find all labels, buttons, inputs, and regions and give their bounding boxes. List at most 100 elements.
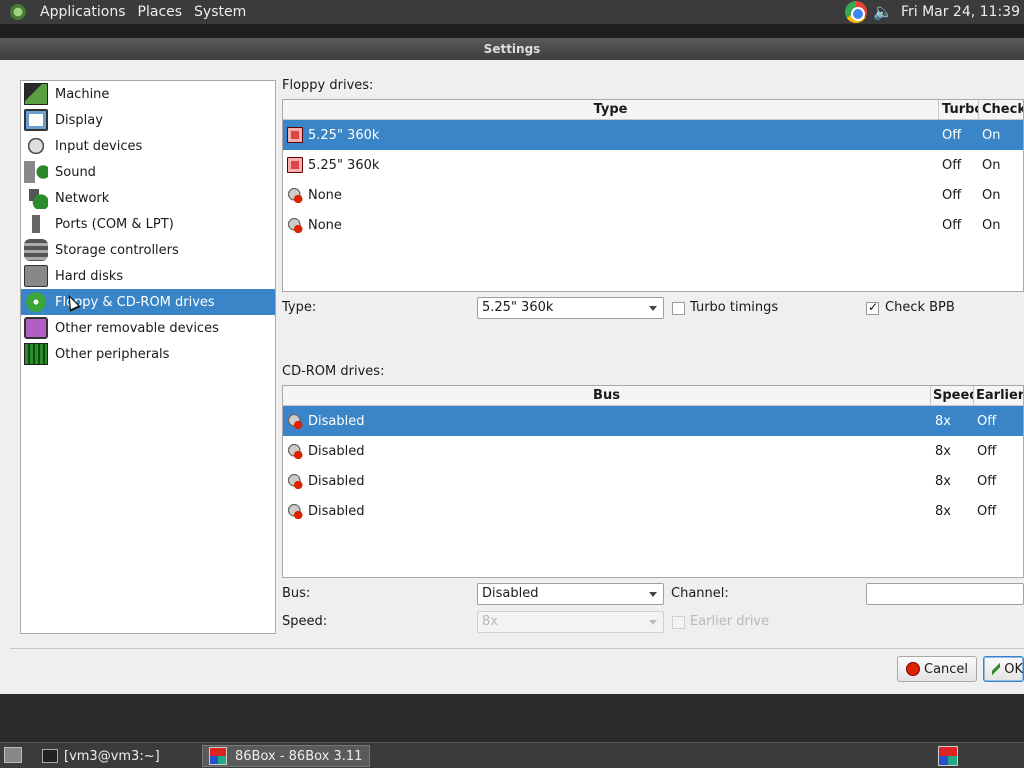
chrome-icon[interactable]: [844, 1, 867, 23]
sidebar-item-display[interactable]: Display: [21, 107, 275, 133]
column-type[interactable]: Type: [283, 100, 939, 120]
stop-icon: [906, 662, 920, 676]
sidebar-item-floppy-cdrom[interactable]: Floppy & CD-ROM drives: [21, 289, 275, 315]
table-row[interactable]: Disabled 8x Off: [283, 466, 1023, 496]
cdrom-earlier-cell: Off: [977, 473, 997, 489]
floppy-drive-icon: [287, 157, 303, 173]
check-bpb-label[interactable]: Check BPB: [885, 300, 955, 315]
menu-system[interactable]: System: [188, 4, 252, 20]
floppy-type-select[interactable]: 5.25" 360k: [477, 297, 664, 319]
cdrom-drive-icon: [287, 443, 303, 459]
cdrom-speed-cell: 8x: [935, 473, 951, 489]
clock[interactable]: Fri Mar 24, 11:39: [901, 4, 1024, 20]
floppy-table-header: Type Turbo Check: [283, 100, 1023, 120]
taskbar-item-86box[interactable]: 86Box - 86Box 3.11: [202, 745, 370, 767]
sidebar-item-label: Storage controllers: [55, 242, 179, 258]
turbo-timings-checkbox[interactable]: [672, 302, 685, 315]
floppy-turbo-cell: Off: [942, 217, 962, 233]
table-row[interactable]: Disabled 8x Off: [283, 496, 1023, 526]
settings-category-list: Machine Display Input devices Sound Netw…: [20, 80, 276, 634]
cdrom-channel-label: Channel:: [671, 586, 729, 601]
sidebar-item-other-removable[interactable]: Other removable devices: [21, 315, 275, 341]
floppy-type-value: 5.25" 360k: [482, 300, 554, 315]
cdrom-bus-cell: Disabled: [308, 473, 365, 489]
cdrom-earlier-cell: Off: [977, 413, 997, 429]
storage-icon: [24, 239, 48, 261]
floppy-section-label: Floppy drives:: [282, 78, 374, 93]
floppy-check-cell: On: [982, 157, 1001, 173]
terminal-icon: [42, 749, 58, 763]
floppy-drives-table: Type Turbo Check 5.25" 360k Off On 5.25"…: [282, 99, 1024, 292]
table-row[interactable]: None Off On: [283, 180, 1023, 210]
sidebar-item-label: Machine: [55, 86, 110, 102]
gnome-foot-icon[interactable]: [8, 2, 28, 22]
sidebar-item-label: Hard disks: [55, 268, 124, 284]
top-panel: Applications Places System 🔈 Fri Mar 24,…: [0, 0, 1024, 24]
sidebar-item-label: Input devices: [55, 138, 143, 154]
table-row[interactable]: None Off On: [283, 210, 1023, 240]
floppy-type-cell: 5.25" 360k: [308, 127, 380, 143]
table-row[interactable]: Disabled 8x Off: [283, 436, 1023, 466]
cdrom-speed-select[interactable]: 8x: [477, 611, 664, 633]
sidebar-item-other-peripherals[interactable]: Other peripherals: [21, 341, 275, 367]
cdrom-speed-cell: 8x: [935, 413, 951, 429]
taskbar-item-label: [vm3@vm3:~]: [64, 748, 160, 764]
taskbar-item-label: 86Box - 86Box 3.11: [235, 748, 363, 764]
earlier-drive-label[interactable]: Earlier drive: [690, 614, 769, 629]
floppy-type-cell: 5.25" 360k: [308, 157, 380, 173]
sidebar-item-hard-disks[interactable]: Hard disks: [21, 263, 275, 289]
cdrom-bus-value: Disabled: [482, 586, 539, 601]
window-title[interactable]: Settings: [0, 38, 1024, 60]
chevron-down-icon: [649, 620, 657, 625]
ports-icon: [24, 213, 48, 235]
floppy-check-cell: On: [982, 187, 1001, 203]
sidebar-item-storage-controllers[interactable]: Storage controllers: [21, 237, 275, 263]
column-bus[interactable]: Bus: [283, 386, 931, 406]
column-earlier[interactable]: Earlier d: [974, 386, 1023, 406]
taskbar-item-terminal[interactable]: [vm3@vm3:~]: [36, 745, 200, 767]
floppy-type-cell: None: [308, 217, 342, 233]
floppy-check-cell: On: [982, 127, 1001, 143]
sidebar-item-sound[interactable]: Sound: [21, 159, 275, 185]
sidebar-item-label: Other removable devices: [55, 320, 219, 336]
sidebar-item-network[interactable]: Network: [21, 185, 275, 211]
network-icon: [24, 187, 48, 209]
table-row[interactable]: Disabled 8x Off: [283, 406, 1023, 436]
cdrom-bus-cell: Disabled: [308, 413, 365, 429]
cancel-button-label: Cancel: [924, 661, 969, 677]
sidebar-item-machine[interactable]: Machine: [21, 81, 275, 107]
input-devices-icon: [24, 135, 48, 157]
turbo-timings-label[interactable]: Turbo timings: [690, 300, 778, 315]
column-speed[interactable]: Speed: [931, 386, 974, 406]
table-row[interactable]: 5.25" 360k Off On: [283, 150, 1023, 180]
volume-icon[interactable]: 🔈: [873, 2, 893, 22]
ok-button[interactable]: OK: [983, 656, 1024, 682]
check-bpb-checkbox[interactable]: [866, 300, 879, 315]
menu-applications[interactable]: Applications: [34, 4, 132, 20]
window-frame-top: [0, 24, 1024, 38]
floppy-drive-icon: [287, 127, 303, 143]
menu-places[interactable]: Places: [132, 4, 189, 20]
sidebar-item-label: Ports (COM & LPT): [55, 216, 174, 232]
cdrom-bus-select[interactable]: Disabled: [477, 583, 664, 605]
cdrom-drive-icon: [287, 413, 303, 429]
cancel-button[interactable]: Cancel: [897, 656, 977, 682]
bottom-taskbar: [vm3@vm3:~] 86Box - 86Box 3.11: [0, 742, 1024, 768]
sidebar-item-ports[interactable]: Ports (COM & LPT): [21, 211, 275, 237]
column-check[interactable]: Check: [979, 100, 1023, 120]
86box-tray-icon[interactable]: [938, 746, 958, 766]
cdrom-bus-cell: Disabled: [308, 443, 365, 459]
floppy-turbo-cell: Off: [942, 187, 962, 203]
table-row[interactable]: 5.25" 360k Off On: [283, 120, 1023, 150]
cdrom-channel-select[interactable]: [866, 583, 1024, 605]
earlier-drive-checkbox[interactable]: [672, 616, 685, 629]
machine-icon: [24, 83, 48, 105]
show-desktop-icon[interactable]: [4, 747, 22, 763]
sound-icon: [24, 161, 48, 183]
cdrom-earlier-cell: Off: [977, 503, 997, 519]
checkmark-icon: [992, 662, 1001, 676]
no-drive-icon: [287, 217, 303, 233]
sidebar-item-input-devices[interactable]: Input devices: [21, 133, 275, 159]
column-turbo[interactable]: Turbo: [939, 100, 979, 120]
sidebar-item-label: Display: [55, 112, 103, 128]
